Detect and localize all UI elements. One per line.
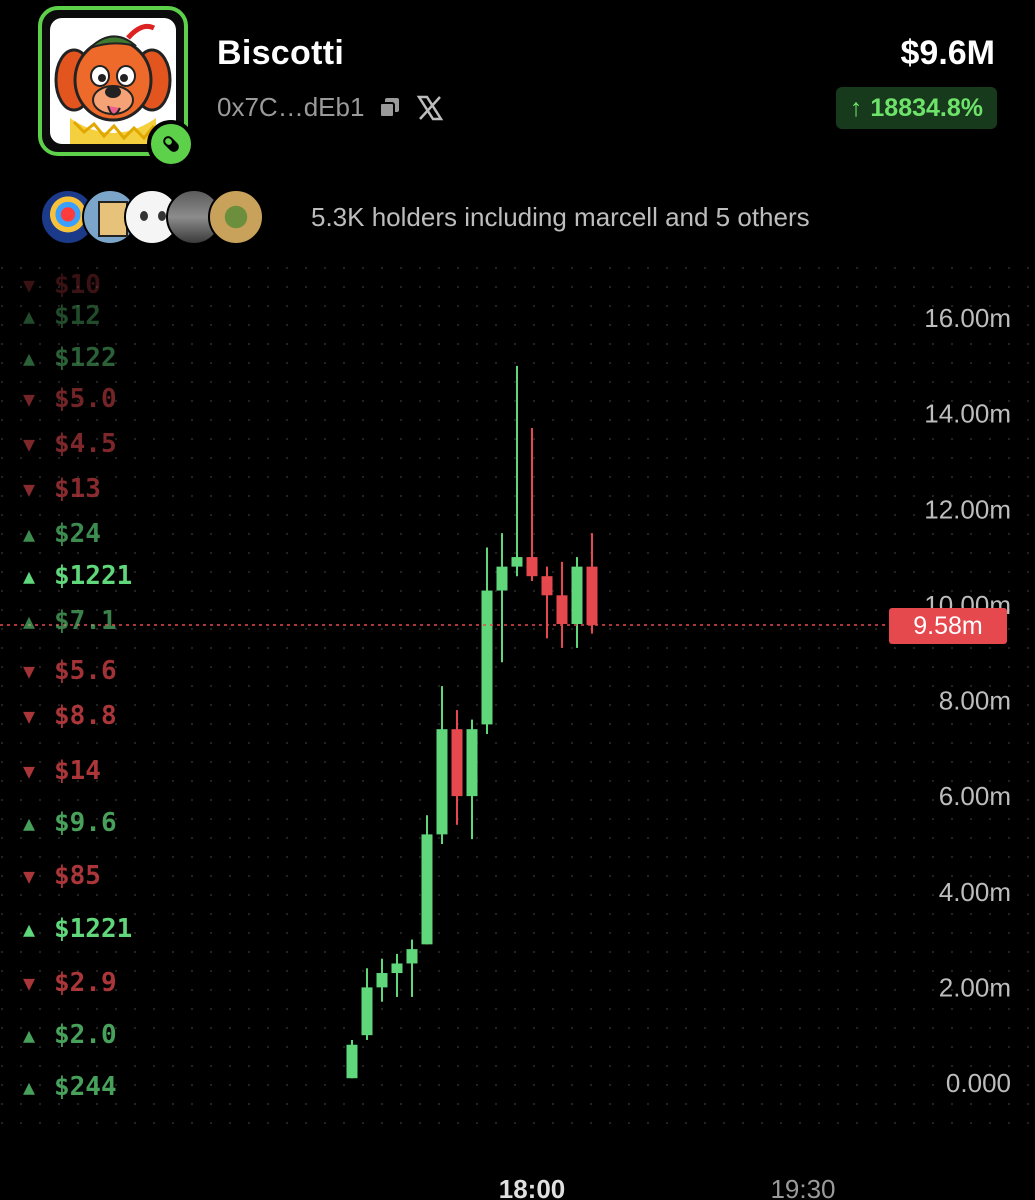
trade-item: ▲ $7.1 bbox=[18, 606, 117, 636]
x-tick-label: 18:00 bbox=[499, 1174, 566, 1200]
trade-item: ▼ $13 bbox=[18, 474, 101, 504]
y-tick-label: 14.00m bbox=[924, 399, 1011, 429]
x-tick-label: 19:30 bbox=[770, 1174, 835, 1200]
trade-amount: $1221 bbox=[54, 914, 133, 944]
trade-item: ▼ $5.0 bbox=[18, 384, 117, 414]
trade-item: ▲ $1221 bbox=[18, 561, 132, 591]
trade-amount: $13 bbox=[54, 474, 101, 504]
candle-body bbox=[526, 557, 538, 577]
trade-item: ▲ $1221 bbox=[18, 914, 132, 944]
down-triangle-icon: ▼ bbox=[22, 273, 36, 297]
down-triangle-icon: ▼ bbox=[22, 387, 36, 411]
trade-item: ▲ $12 bbox=[18, 301, 101, 331]
current-price-tag: 9.58m bbox=[889, 608, 1007, 644]
trade-item: ▲ $9.6 bbox=[18, 808, 117, 838]
trade-item: ▼ $14 bbox=[18, 756, 101, 786]
pill-icon bbox=[147, 120, 195, 168]
trade-item: ▲ $244 bbox=[18, 1072, 117, 1102]
address-row: 0x7C…dEb1 bbox=[217, 92, 444, 123]
price-change-badge: ↑ 18834.8% bbox=[835, 87, 997, 129]
up-triangle-icon: ▲ bbox=[22, 811, 36, 835]
candle-body bbox=[391, 963, 403, 974]
x-logo-icon[interactable] bbox=[416, 95, 444, 121]
candle-body bbox=[406, 949, 418, 964]
contract-address[interactable]: 0x7C…dEb1 bbox=[217, 92, 364, 123]
up-triangle-icon: ▲ bbox=[22, 522, 36, 546]
up-triangle-icon: ▲ bbox=[22, 1075, 36, 1099]
trade-amount: $5.0 bbox=[54, 384, 117, 414]
trade-amount: $5.6 bbox=[54, 656, 117, 686]
down-triangle-icon: ▼ bbox=[22, 659, 36, 683]
x-axis-ticks: 18:00 19:30 bbox=[499, 1174, 836, 1200]
candle-body bbox=[451, 729, 463, 797]
down-triangle-icon: ▼ bbox=[22, 971, 36, 995]
trade-amount: $10 bbox=[54, 270, 101, 300]
trade-amount: $24 bbox=[54, 519, 101, 549]
trade-item: ▼ $4.5 bbox=[18, 429, 117, 459]
trade-amount: $14 bbox=[54, 756, 101, 786]
candle-body bbox=[586, 566, 598, 625]
trade-amount: $2.9 bbox=[54, 968, 117, 998]
up-triangle-icon: ▲ bbox=[22, 917, 36, 941]
trade-amount: $8.8 bbox=[54, 701, 117, 731]
down-triangle-icon: ▼ bbox=[22, 477, 36, 501]
y-tick-label: 16.00m bbox=[924, 303, 1011, 333]
holder-avatars[interactable] bbox=[40, 188, 264, 246]
y-tick-label: 0.000 bbox=[946, 1068, 1011, 1098]
up-triangle-icon: ▲ bbox=[22, 564, 36, 588]
y-tick-label: 4.00m bbox=[939, 877, 1011, 907]
copy-icon[interactable] bbox=[378, 96, 402, 120]
trade-item: ▼ $85 bbox=[18, 861, 101, 891]
candle bbox=[346, 1039, 358, 1079]
up-triangle-icon: ▲ bbox=[22, 304, 36, 328]
up-triangle-icon: ▲ bbox=[22, 1023, 36, 1047]
up-triangle-icon: ▲ bbox=[22, 609, 36, 633]
candle-body bbox=[421, 834, 433, 945]
candle-body bbox=[436, 729, 448, 835]
y-tick-label: 6.00m bbox=[939, 781, 1011, 811]
price-change-value: 18834.8% bbox=[870, 93, 983, 122]
candle-body bbox=[511, 557, 523, 567]
candle bbox=[421, 815, 433, 945]
trade-amount: $12 bbox=[54, 301, 101, 331]
market-cap-value: $9.6M bbox=[900, 34, 996, 72]
down-triangle-icon: ▼ bbox=[22, 704, 36, 728]
y-tick-label: 8.00m bbox=[939, 686, 1011, 716]
y-tick-label: 2.00m bbox=[939, 972, 1011, 1002]
candle-body bbox=[556, 595, 568, 624]
trade-amount: $2.0 bbox=[54, 1020, 117, 1050]
candle-body bbox=[496, 566, 508, 591]
down-triangle-icon: ▼ bbox=[22, 864, 36, 888]
trade-item: ▲ $2.0 bbox=[18, 1020, 117, 1050]
candle-body bbox=[361, 987, 373, 1036]
trade-amount: $122 bbox=[54, 343, 117, 373]
trade-item: ▼ $10 bbox=[18, 270, 101, 300]
trade-item: ▼ $5.6 bbox=[18, 656, 117, 686]
trade-item: ▼ $2.9 bbox=[18, 968, 117, 998]
token-name: Biscotti bbox=[217, 34, 345, 72]
up-triangle-icon: ▲ bbox=[22, 346, 36, 370]
trade-amount: $244 bbox=[54, 1072, 117, 1102]
trade-amount: $7.1 bbox=[54, 606, 117, 636]
candle-body bbox=[346, 1044, 358, 1079]
trade-amount: $4.5 bbox=[54, 429, 117, 459]
up-arrow-icon: ↑ bbox=[849, 93, 863, 122]
down-triangle-icon: ▼ bbox=[22, 432, 36, 456]
trade-item: ▲ $122 bbox=[18, 343, 117, 373]
trade-amount: $1221 bbox=[54, 561, 133, 591]
y-tick-label: 12.00m bbox=[924, 494, 1011, 524]
candle-body bbox=[541, 576, 553, 596]
holders-summary[interactable]: 5.3K holders including marcell and 5 oth… bbox=[311, 202, 810, 233]
trade-item: ▼ $8.8 bbox=[18, 701, 117, 731]
candle-body bbox=[481, 590, 493, 725]
candle-body bbox=[376, 973, 388, 988]
trade-amount: $85 bbox=[54, 861, 101, 891]
trade-item: ▲ $24 bbox=[18, 519, 101, 549]
down-triangle-icon: ▼ bbox=[22, 759, 36, 783]
trade-amount: $9.6 bbox=[54, 808, 117, 838]
holder-avatar[interactable] bbox=[208, 189, 264, 245]
trades-feed: ▼ $10 ▲ $12 ▲ $122 ▼ $5.0 ▼ $4.5 ▼ $13 ▲ $24 ▲ $1221 ▲ $7… bbox=[0, 268, 200, 1128]
candle-body bbox=[466, 729, 478, 797]
candle-body bbox=[571, 566, 583, 624]
